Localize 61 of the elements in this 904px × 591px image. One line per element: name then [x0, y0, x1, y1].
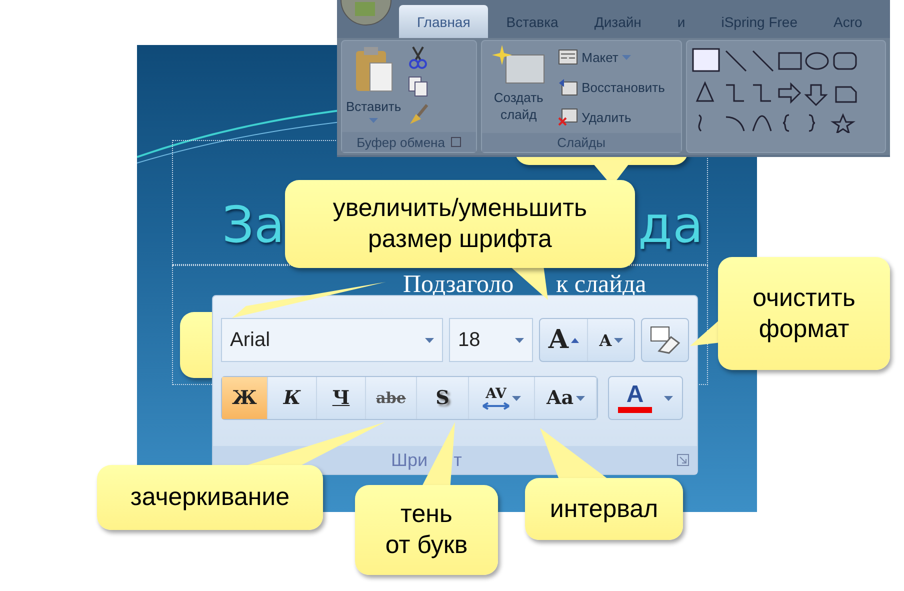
bold-button[interactable]: Ж: [222, 377, 268, 419]
scissors-icon[interactable]: [407, 45, 430, 69]
copy-icon[interactable]: [407, 75, 430, 97]
caret-icon: [425, 338, 434, 342]
caret-icon: [515, 338, 524, 342]
reset-icon: [558, 78, 578, 96]
grow-font-button[interactable]: A: [540, 319, 588, 361]
eraser-icon: [649, 325, 681, 355]
callout: интервал: [525, 478, 683, 540]
new-slide-icon: [492, 45, 546, 85]
strike-button[interactable]: abe: [366, 377, 417, 419]
shadow-glyph: S: [436, 387, 450, 409]
caret-icon: [614, 338, 623, 342]
caret-icon: [622, 54, 632, 60]
case-button[interactable]: Aa: [535, 377, 597, 419]
underline-glyph: Ч: [332, 387, 350, 409]
shrink-font-button[interactable]: A: [588, 319, 634, 361]
group-label: т: [454, 450, 462, 470]
new-slide-button[interactable]: Создать слайд: [486, 45, 552, 129]
layout-icon: [558, 49, 578, 65]
slide-title: да: [638, 195, 704, 255]
color-button[interactable]: A: [609, 377, 682, 419]
caret-icon: [664, 396, 673, 400]
font-size-field[interactable]: 18: [449, 318, 533, 362]
group-label: Шри: [391, 450, 428, 470]
paste-button[interactable]: Вставить: [346, 45, 402, 128]
slide-subtitle: Подзаголо: [403, 270, 514, 300]
italic-button[interactable]: К: [268, 377, 317, 419]
bold-glyph: Ж: [232, 387, 257, 409]
ribbon-tab[interactable]: Главная: [399, 5, 488, 38]
caret-icon: [512, 396, 521, 400]
group-label: Слайды: [557, 135, 606, 150]
caret-icon: [369, 118, 378, 123]
case-glyph: Aa: [546, 387, 574, 409]
callout: увеличить/уменьшить размер шрифта: [285, 180, 635, 268]
italic-glyph: К: [283, 387, 301, 409]
callout: очистить формат: [718, 257, 890, 370]
reset-button[interactable]: Восстановить: [558, 75, 665, 99]
strikethrough-glyph: abe: [376, 389, 406, 407]
spacing-button[interactable]: AV: [469, 377, 535, 419]
underline-button[interactable]: Ч: [317, 377, 366, 419]
callout: тень от букв: [355, 485, 498, 575]
delete-icon: [558, 108, 578, 126]
slide-title: За: [222, 195, 285, 255]
layout-button[interactable]: Макет: [558, 45, 665, 69]
font-color-glyph: A: [626, 383, 644, 407]
caret-up-icon: [570, 338, 579, 342]
office-button-icon[interactable]: [339, 0, 393, 26]
shadow-button[interactable]: S: [417, 377, 469, 419]
group-label: Буфер обмена: [356, 134, 445, 150]
font-name-field[interactable]: Arial: [221, 318, 443, 362]
slide-subtitle: к слайда: [556, 270, 646, 300]
caret-icon: [576, 396, 585, 400]
dialog-launcher-icon[interactable]: [677, 454, 689, 466]
dialog-launcher-icon[interactable]: [450, 137, 461, 147]
color-bar-icon: [618, 407, 652, 413]
brush-icon[interactable]: [407, 103, 430, 127]
delete-button[interactable]: Удалить: [558, 105, 665, 129]
spacing-glyph: AV: [486, 386, 506, 402]
double-arrow-icon: [482, 402, 510, 410]
callout: зачеркивание: [97, 465, 323, 530]
